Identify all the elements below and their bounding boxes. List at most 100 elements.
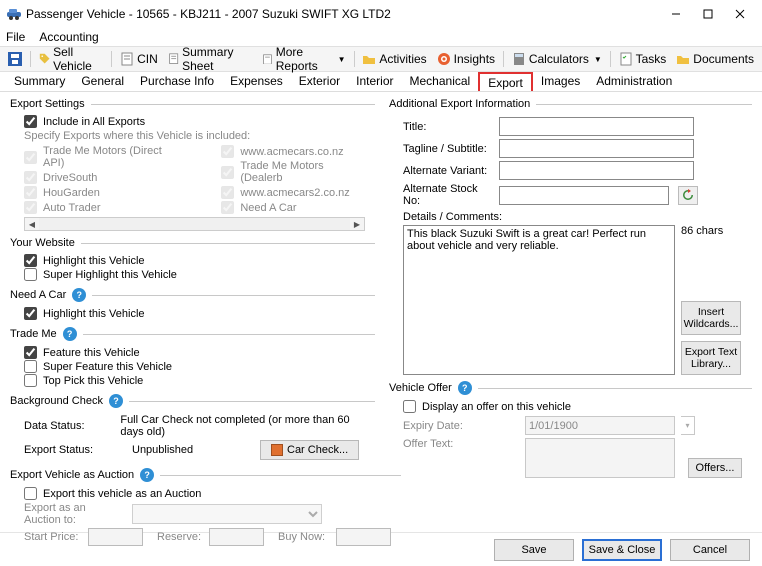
scroll-left-arrow[interactable]: ◀	[25, 218, 39, 230]
maximize-button[interactable]	[692, 0, 724, 28]
app-icon	[6, 6, 22, 22]
floppy-icon	[8, 52, 22, 66]
tab-mechanical[interactable]: Mechanical	[402, 72, 479, 91]
title-label: Title:	[403, 121, 493, 133]
expiry-date-label: Expiry Date:	[403, 420, 493, 432]
auction-export-to-select[interactable]	[132, 504, 322, 524]
calculators-button[interactable]: Calculators▼	[508, 50, 606, 68]
help-icon[interactable]: ?	[63, 327, 77, 341]
super-highlight-vehicle-checkbox[interactable]: Super Highlight this Vehicle	[24, 268, 365, 281]
car-check-button[interactable]: Car Check...	[260, 440, 359, 460]
highlight-vehicle-checkbox[interactable]: Highlight this Vehicle	[24, 254, 365, 267]
tab-exterior[interactable]: Exterior	[291, 72, 348, 91]
feature-vehicle-checkbox[interactable]: Feature this Vehicle	[24, 346, 365, 359]
checklist-icon	[619, 52, 633, 66]
save-icon-button[interactable]	[4, 50, 26, 68]
alternate-variant-label: Alternate Variant:	[403, 165, 493, 177]
auction-export-to-label: Export as an Auction to:	[24, 502, 124, 526]
offers-button[interactable]: Offers...	[688, 458, 742, 478]
doc-icon	[168, 52, 179, 66]
title-input[interactable]	[499, 117, 694, 136]
stock-refresh-button[interactable]	[678, 186, 698, 205]
char-count: 86 chars	[681, 225, 741, 237]
details-textarea[interactable]	[403, 225, 675, 375]
help-icon[interactable]: ?	[109, 394, 123, 408]
start-price-label: Start Price:	[24, 531, 80, 543]
tasks-button[interactable]: Tasks	[615, 50, 671, 68]
trade-me-legend: Trade Me	[10, 328, 57, 340]
tab-summary[interactable]: Summary	[6, 72, 73, 91]
display-offer-checkbox[interactable]: Display an offer on this vehicle	[403, 400, 742, 413]
date-picker-icon[interactable]: ▾	[681, 416, 695, 435]
insert-wildcards-button[interactable]: Insert Wildcards...	[681, 301, 741, 335]
target-icon	[437, 52, 451, 66]
tagline-input[interactable]	[499, 139, 694, 158]
menu-accounting[interactable]: Accounting	[39, 30, 98, 44]
export-list-scrollbar[interactable]: ◀ ▶	[24, 217, 365, 231]
cancel-button[interactable]: Cancel	[670, 539, 750, 561]
export-target-checkbox[interactable]: HouGarden	[24, 186, 181, 199]
export-settings-legend: Export Settings	[10, 98, 85, 110]
start-price-input[interactable]	[88, 528, 143, 546]
save-button[interactable]: Save	[494, 539, 574, 561]
tagline-label: Tagline / Subtitle:	[403, 143, 493, 155]
help-icon[interactable]: ?	[458, 381, 472, 395]
tab-interior[interactable]: Interior	[348, 72, 401, 91]
buy-now-label: Buy Now:	[278, 531, 328, 543]
help-icon[interactable]: ?	[72, 288, 86, 302]
doc-icon	[120, 52, 134, 66]
cin-button[interactable]: CIN	[116, 50, 162, 68]
tab-general[interactable]: General	[73, 72, 132, 91]
alternate-variant-input[interactable]	[499, 161, 694, 180]
super-feature-vehicle-checkbox[interactable]: Super Feature this Vehicle	[24, 360, 365, 373]
additional-export-info-legend: Additional Export Information	[389, 98, 530, 110]
reserve-input[interactable]	[209, 528, 264, 546]
offer-text-textarea[interactable]	[525, 438, 675, 478]
export-target-checkbox[interactable]: www.acmecars2.co.nz	[221, 186, 365, 199]
tab-administration[interactable]: Administration	[588, 72, 680, 91]
export-target-checkbox[interactable]: DriveSouth	[24, 171, 181, 184]
data-status-label: Data Status:	[24, 420, 112, 432]
buy-now-input[interactable]	[336, 528, 391, 546]
scroll-right-arrow[interactable]: ▶	[350, 218, 364, 230]
export-target-checkbox[interactable]: Trade Me Motors (Dealerb	[221, 160, 365, 184]
minimize-button[interactable]	[660, 0, 692, 28]
folder-icon	[676, 52, 690, 66]
export-status-label: Export Status:	[24, 444, 124, 456]
export-text-library-button[interactable]: Export Text Library...	[681, 341, 741, 375]
expiry-date-input[interactable]	[525, 416, 675, 435]
offer-text-label: Offer Text:	[403, 438, 493, 450]
folder-icon	[362, 52, 376, 66]
sell-vehicle-button[interactable]: Sell Vehicle	[35, 43, 107, 75]
alternate-stock-no-label: Alternate Stock No:	[403, 183, 493, 207]
export-status-value: Unpublished	[132, 444, 252, 456]
more-reports-button[interactable]: More Reports▼	[258, 43, 350, 75]
nac-highlight-checkbox[interactable]: Highlight this Vehicle	[24, 307, 365, 320]
export-as-auction-checkbox[interactable]: Export this vehicle as an Auction	[24, 487, 391, 500]
export-target-checkbox[interactable]: Auto Trader	[24, 201, 181, 214]
alternate-stock-no-input[interactable]	[499, 186, 669, 205]
documents-button[interactable]: Documents	[672, 50, 758, 68]
top-pick-vehicle-checkbox[interactable]: Top Pick this Vehicle	[24, 374, 365, 387]
close-button[interactable]	[724, 0, 756, 28]
tab-purchase-info[interactable]: Purchase Info	[132, 72, 222, 91]
specify-exports-hint: Specify Exports where this Vehicle is in…	[24, 130, 365, 142]
tab-expenses[interactable]: Expenses	[222, 72, 291, 91]
car-check-icon	[271, 444, 283, 456]
background-check-legend: Background Check	[10, 395, 103, 407]
save-close-button[interactable]: Save & Close	[582, 539, 662, 561]
data-status-value: Full Car Check not completed (or more th…	[120, 414, 365, 438]
chevron-down-icon: ▼	[594, 55, 602, 64]
tab-export[interactable]: Export	[478, 72, 533, 91]
summary-sheet-button[interactable]: Summary Sheet	[164, 43, 256, 75]
export-target-checkbox[interactable]: Need A Car	[221, 201, 365, 214]
your-website-legend: Your Website	[10, 237, 75, 249]
activities-button[interactable]: Activities	[358, 50, 430, 68]
export-target-checkbox[interactable]: Trade Me Motors (Direct API)	[24, 145, 181, 169]
export-target-checkbox[interactable]: www.acmecars.co.nz	[221, 145, 365, 158]
insights-button[interactable]: Insights	[433, 50, 499, 68]
help-icon[interactable]: ?	[140, 468, 154, 482]
tab-images[interactable]: Images	[533, 72, 588, 91]
include-all-exports-checkbox[interactable]: Include in All Exports	[24, 115, 365, 128]
menu-file[interactable]: File	[6, 30, 25, 44]
